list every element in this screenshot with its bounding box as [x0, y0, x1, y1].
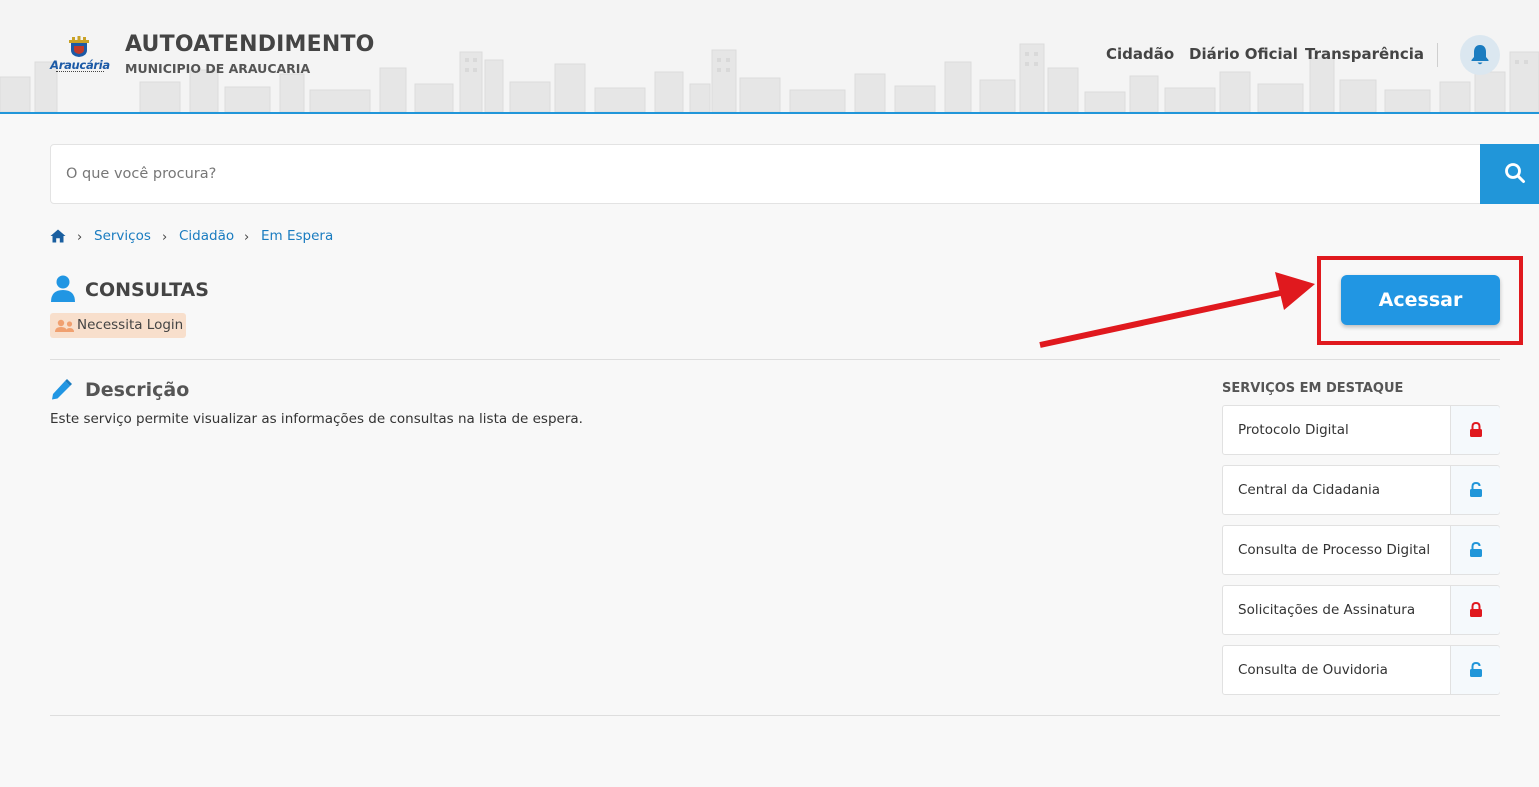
araucaria-logo[interactable]: Araucária — [48, 36, 112, 78]
section-divider — [50, 359, 1500, 360]
logo-wordmark: Araucária — [50, 58, 110, 72]
user-icon — [51, 275, 75, 302]
users-icon — [55, 319, 74, 332]
pencil-icon — [52, 379, 72, 400]
search-bar — [50, 144, 1539, 204]
footer-divider — [50, 715, 1500, 716]
lock-closed-icon — [1470, 602, 1482, 617]
featured-item-label: Consulta de Processo Digital — [1238, 542, 1431, 558]
login-required-badge: Necessita Login — [50, 313, 186, 338]
featured-item-label: Protocolo Digital — [1238, 422, 1349, 438]
chevron-right-icon: › — [162, 230, 168, 245]
description-text: Este serviço permite visualizar as infor… — [50, 411, 583, 427]
site-header: Araucária AUTOATENDIMENTO MUNICIPIO DE A… — [0, 0, 1539, 114]
chevron-right-icon: › — [244, 230, 250, 245]
lock-open-icon — [1470, 662, 1482, 677]
lock-closed-icon — [1470, 422, 1482, 437]
featured-item-solicitacoes-assinatura[interactable]: Solicitações de Assinatura — [1222, 585, 1500, 635]
featured-services-title: SERVIÇOS EM DESTAQUE — [1222, 381, 1404, 396]
featured-item-protocolo-digital[interactable]: Protocolo Digital — [1222, 405, 1500, 455]
chevron-right-icon: › — [77, 230, 83, 245]
nav-transparencia[interactable]: Transparência — [1305, 45, 1424, 63]
featured-item-consulta-ouvidoria[interactable]: Consulta de Ouvidoria — [1222, 645, 1500, 695]
lock-open-icon — [1470, 482, 1482, 497]
notifications-button[interactable] — [1460, 35, 1500, 75]
service-title: CONSULTAS — [85, 279, 209, 301]
login-badge-label: Necessita Login — [77, 317, 184, 333]
featured-item-label: Solicitações de Assinatura — [1238, 602, 1416, 618]
featured-item-consulta-processo-digital[interactable]: Consulta de Processo Digital — [1222, 525, 1500, 575]
featured-item-label: Consulta de Ouvidoria — [1238, 662, 1388, 678]
breadcrumb-em-espera[interactable]: Em Espera — [261, 228, 333, 244]
nav-divider — [1437, 43, 1438, 67]
bell-icon — [1471, 45, 1489, 65]
app-subtitle: MUNICIPIO DE ARAUCARIA — [125, 61, 311, 76]
nav-cidadao[interactable]: Cidadão — [1106, 45, 1174, 63]
search-button[interactable] — [1480, 144, 1539, 204]
home-icon[interactable] — [50, 229, 66, 243]
featured-item-central-da-cidadania[interactable]: Central da Cidadania — [1222, 465, 1500, 515]
description-title: Descrição — [85, 379, 190, 401]
featured-item-label: Central da Cidadania — [1238, 482, 1381, 498]
nav-diario-oficial[interactable]: Diário Oficial — [1189, 45, 1298, 63]
search-input[interactable] — [51, 145, 1431, 203]
search-icon — [1505, 163, 1525, 183]
highlight-annotation-box — [1317, 256, 1523, 345]
breadcrumb-servicos[interactable]: Serviços — [94, 228, 151, 244]
app-title: AUTOATENDIMENTO — [125, 32, 375, 57]
coat-of-arms-icon — [69, 36, 89, 57]
lock-open-icon — [1470, 542, 1482, 557]
breadcrumb-cidadao[interactable]: Cidadão — [179, 228, 234, 244]
annotation-arrow — [1039, 272, 1315, 348]
